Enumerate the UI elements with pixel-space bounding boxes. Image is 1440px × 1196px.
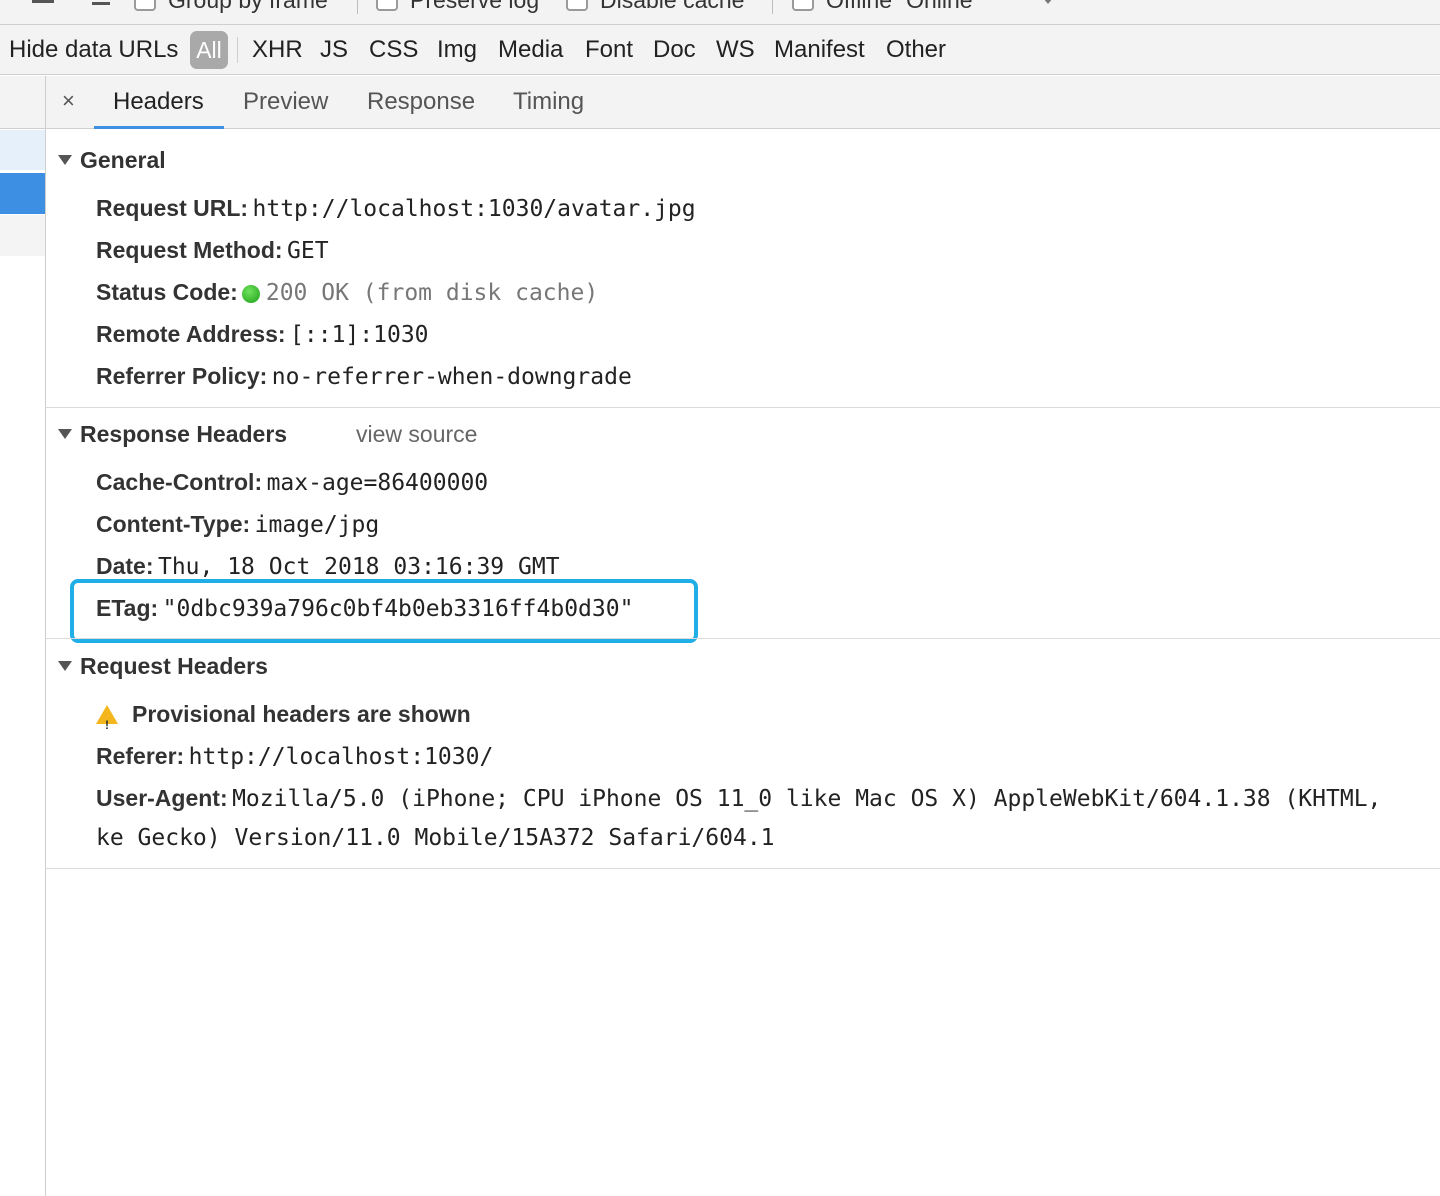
header-name: Referrer Policy: (96, 363, 268, 389)
provisional-warning: ! Provisional headers are shown (96, 699, 471, 733)
filter-divider (237, 37, 238, 63)
section-divider (46, 638, 1440, 639)
filter-type-manifest[interactable]: Manifest (774, 36, 865, 64)
filter-type-font[interactable]: Font (585, 36, 633, 64)
header-value: no-referrer-when-downgrade (271, 364, 632, 390)
header-name: Request Method: (96, 237, 283, 263)
filter-bar: Hide data URLs All XHR JS CSS Img Media … (0, 25, 1440, 75)
header-row: Referer: http://localhost:1030/ (96, 741, 493, 775)
close-icon[interactable]: × (62, 88, 75, 114)
header-name: User-Agent: (96, 785, 228, 811)
header-name: Referer: (96, 743, 185, 769)
tab-headers[interactable]: Headers (113, 76, 204, 129)
toolbar-divider (772, 0, 773, 14)
group-by-frame-label: Group by frame (168, 0, 328, 14)
overview-icon[interactable] (92, 0, 112, 6)
chevron-down-icon[interactable] (1043, 0, 1053, 4)
header-value: GET (287, 238, 329, 264)
disable-cache-toggle[interactable]: Disable cache (566, 0, 744, 14)
request-headers-section-title: Request Headers (80, 653, 268, 679)
filter-type-js[interactable]: JS (320, 36, 348, 64)
active-tab-indicator (94, 126, 224, 129)
header-name: Date: (96, 553, 154, 579)
group-by-frame-toggle[interactable]: Group by frame (134, 0, 328, 14)
filter-type-img[interactable]: Img (437, 36, 477, 64)
request-row-selected[interactable] (0, 173, 45, 214)
triangle-down-icon (58, 428, 72, 439)
header-row-continuation: ke Gecko) Version/11.0 Mobile/15A372 Saf… (96, 823, 775, 856)
tab-preview[interactable]: Preview (243, 76, 328, 129)
header-value: Thu, 18 Oct 2018 03:16:39 GMT (157, 554, 560, 580)
header-value: 200 OK (from disk cache) (265, 280, 599, 306)
filter-type-css[interactable]: CSS (369, 36, 418, 64)
tab-response[interactable]: Response (367, 76, 475, 129)
header-name: Remote Address: (96, 321, 286, 347)
header-name: Request URL: (96, 195, 249, 221)
section-divider (46, 868, 1440, 869)
header-name: Cache-Control: (96, 469, 263, 495)
header-row: Cache-Control: max-age=86400000 (96, 467, 488, 501)
header-name: Status Code: (96, 279, 238, 305)
request-list (0, 76, 45, 1196)
request-row[interactable] (0, 130, 45, 170)
network-toolbar: Group by frame Preserve log Disable cach… (0, 0, 1440, 25)
filter-type-ws[interactable]: WS (716, 36, 755, 64)
preserve-log-toggle[interactable]: Preserve log (376, 0, 539, 14)
header-value: http://localhost:1030/avatar.jpg (252, 196, 696, 222)
header-row: Status Code: 200 OK (from disk cache) (96, 277, 598, 311)
filter-type-other[interactable]: Other (886, 36, 946, 64)
header-row: Request URL: http://localhost:1030/avata… (96, 193, 696, 227)
status-ok-icon (241, 284, 260, 303)
response-headers-section-toggle[interactable]: Response Headers (58, 420, 287, 448)
etag-highlight-annotation (70, 579, 698, 643)
header-value: max-age=86400000 (266, 470, 489, 496)
header-name: Content-Type: (96, 511, 251, 537)
devtools-network-panel: Group by frame Preserve log Disable cach… (0, 0, 1440, 1196)
response-headers-section-title: Response Headers (80, 421, 288, 447)
request-list-header[interactable] (0, 76, 45, 129)
section-divider (46, 407, 1440, 408)
hide-data-urls-checkbox[interactable]: Hide data URLs (9, 36, 178, 64)
header-row: Remote Address: [::1]:1030 (96, 319, 429, 353)
toolbar-divider (357, 0, 358, 14)
header-row: Referrer Policy: no-referrer-when-downgr… (96, 361, 632, 395)
preserve-log-label: Preserve log (410, 0, 539, 14)
general-section-title: General (80, 147, 166, 173)
triangle-down-icon (58, 154, 72, 165)
request-headers-section-toggle[interactable]: Request Headers (58, 652, 268, 680)
filter-type-media[interactable]: Media (498, 36, 563, 64)
general-section-toggle[interactable]: General (58, 146, 166, 174)
header-value: image/jpg (254, 512, 380, 538)
detail-tab-strip: × Headers Preview Response Timing (46, 76, 1440, 129)
header-value: ke Gecko) Version/11.0 Mobile/15A372 Saf… (96, 825, 775, 851)
view-source-link[interactable]: view source (356, 420, 477, 448)
header-row: Request Method: GET (96, 235, 329, 269)
header-row: User-Agent: Mozilla/5.0 (iPhone; CPU iPh… (96, 783, 1381, 817)
group-by-frame-checkbox[interactable] (134, 0, 156, 11)
filter-type-all[interactable]: All (190, 31, 228, 69)
filter-type-doc[interactable]: Doc (653, 36, 696, 64)
throttle-select[interactable]: Online (906, 0, 972, 14)
header-value: [::1]:1030 (290, 322, 429, 348)
offline-checkbox[interactable] (792, 0, 814, 11)
preserve-log-checkbox[interactable] (376, 0, 398, 11)
tab-timing[interactable]: Timing (513, 76, 584, 129)
offline-toggle[interactable]: Offline Online (792, 0, 973, 14)
triangle-down-icon (58, 660, 72, 671)
header-value: Mozilla/5.0 (iPhone; CPU iPhone OS 11_0 … (232, 786, 1382, 812)
disable-cache-label: Disable cache (600, 0, 744, 14)
header-row: Content-Type: image/jpg (96, 509, 379, 543)
headers-view: General Request URL: http://localhost:10… (46, 130, 1440, 1196)
warning-text: Provisional headers are shown (132, 701, 471, 727)
request-row[interactable] (0, 215, 45, 256)
filter-type-xhr[interactable]: XHR (252, 36, 303, 64)
large-rows-icon[interactable] (24, 0, 54, 6)
warning-icon: ! (96, 705, 118, 732)
header-value: http://localhost:1030/ (188, 744, 494, 770)
disable-cache-checkbox[interactable] (566, 0, 588, 11)
offline-label: Offline (826, 0, 892, 14)
